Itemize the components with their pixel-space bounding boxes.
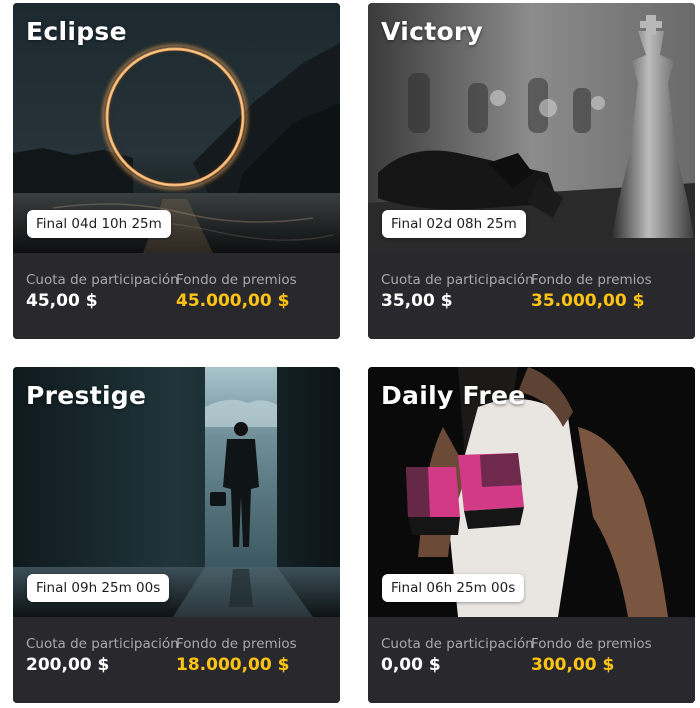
tournament-info-panel: Cuota de participación Fondo de premios … [368,617,695,703]
entry-fee-value: 45,00 $ [26,291,98,311]
prize-pool-label: Fondo de premios [531,636,652,652]
prize-pool-label: Fondo de premios [531,272,652,288]
entry-fee-value: 200,00 $ [26,655,110,675]
tournament-info-panel: Cuota de participación Fondo de premios … [368,253,695,339]
entry-fee-label: Cuota de participación [381,636,534,652]
prize-pool-value: 300,00 $ [531,655,615,675]
prize-pool-label: Fondo de premios [176,272,297,288]
tournament-card-victory[interactable]: Victory Final 02d 08h 25m Cuota de parti… [368,3,695,339]
tournament-title: Prestige [26,381,147,410]
prize-pool-value: 18.000,00 $ [176,655,290,675]
prize-pool-value: 35.000,00 $ [531,291,645,311]
tournament-title: Daily Free [381,381,526,410]
entry-fee-value: 35,00 $ [381,291,453,311]
countdown-badge: Final 04d 10h 25m [27,210,171,238]
countdown-badge: Final 02d 08h 25m [382,210,526,238]
prize-pool-label: Fondo de premios [176,636,297,652]
entry-fee-label: Cuota de participación [26,272,179,288]
tournament-card-eclipse[interactable]: Eclipse Final 04d 10h 25m Cuota de parti… [13,3,340,339]
tournament-info-panel: Cuota de participación Fondo de premios … [13,253,340,339]
prize-pool-value: 45.000,00 $ [176,291,290,311]
tournament-title: Eclipse [26,17,127,46]
entry-fee-value: 0,00 $ [381,655,441,675]
tournament-card-prestige[interactable]: Prestige Final 09h 25m 00s Cuota de part… [13,367,340,703]
entry-fee-label: Cuota de participación [26,636,179,652]
countdown-badge: Final 09h 25m 00s [27,574,170,602]
entry-fee-label: Cuota de participación [381,272,534,288]
countdown-badge: Final 06h 25m 00s [382,574,525,602]
tournament-card-daily-free[interactable]: Daily Free Final 06h 25m 00s Cuota de pa… [368,367,695,703]
tournament-title: Victory [381,17,484,46]
tournament-info-panel: Cuota de participación Fondo de premios … [13,617,340,703]
